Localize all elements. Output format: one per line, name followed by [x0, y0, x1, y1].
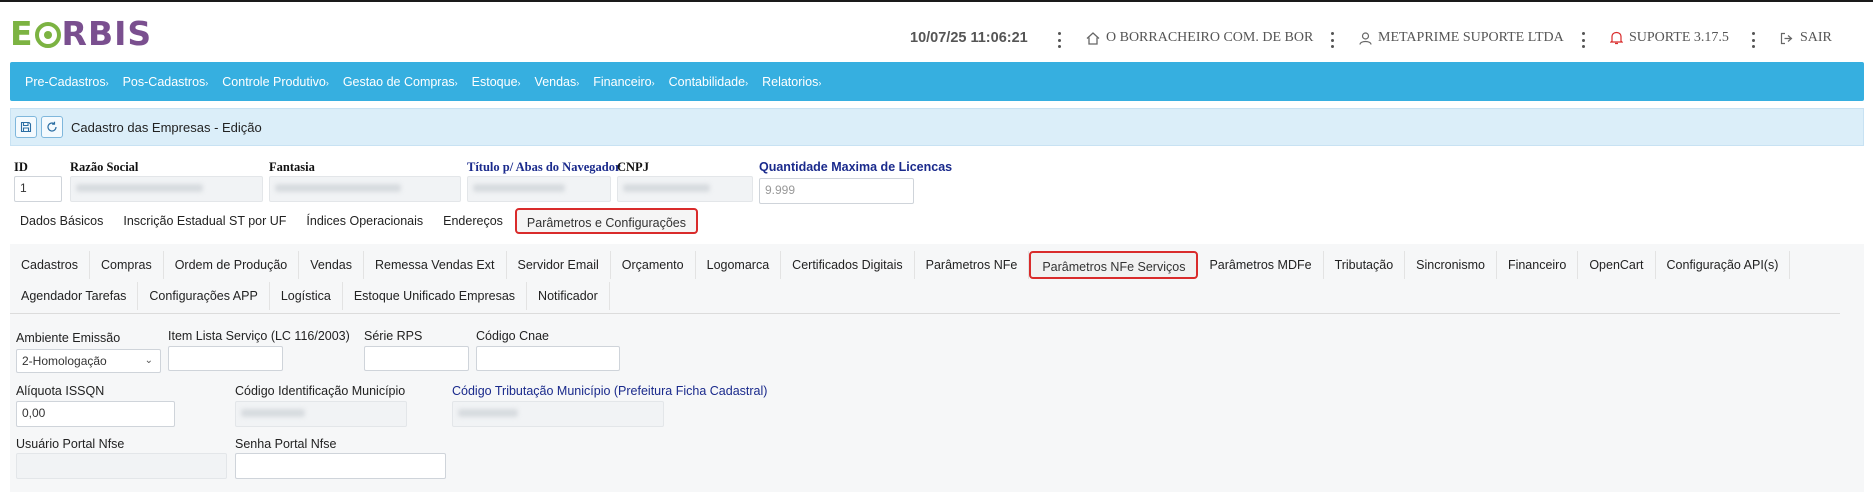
tab-enderecos[interactable]: Endereços: [433, 208, 513, 234]
tab-inscricao-estadual[interactable]: Inscrição Estadual ST por UF: [113, 208, 296, 234]
fantasia-label: Fantasia: [269, 160, 315, 174]
cnpj-label: CNPJ: [617, 160, 649, 174]
subtab-parametros-nfe-servicos[interactable]: Parâmetros NFe Serviços: [1029, 251, 1199, 279]
subtab-financeiro[interactable]: Financeiro: [1497, 251, 1579, 279]
menu-controle-produtivo[interactable]: Controle Produtivo›: [222, 75, 329, 89]
tab-indices-operacionais[interactable]: Índices Operacionais: [296, 208, 433, 234]
kebab-separator-icon: [1331, 32, 1335, 48]
subtab-compras[interactable]: Compras: [90, 251, 164, 279]
codigo-cnae-field[interactable]: [476, 346, 620, 371]
support-link[interactable]: SUPORTE 3.17.5: [1610, 30, 1729, 46]
senha-portal-field[interactable]: [235, 453, 446, 479]
tab-dados-basicos[interactable]: Dados Básicos: [10, 208, 113, 234]
subtab-estoque-unificado[interactable]: Estoque Unificado Empresas: [343, 282, 528, 310]
sub-tab-bar-row2: Agendador Tarefas Configurações APP Logí…: [10, 282, 610, 310]
kebab-separator-icon: [1058, 32, 1062, 48]
item-lista-servico-label: Item Lista Serviço (LC 116/2003): [168, 329, 350, 343]
usuario-portal-label: Usuário Portal Nfse: [16, 437, 125, 451]
razao-social-label: Razão Social: [70, 160, 139, 174]
company-selector[interactable]: O BORRACHEIRO COM. DE BOR: [1086, 30, 1313, 46]
main-menu-bar: Pre-Cadastros› Pos-Cadastros› Controle P…: [10, 62, 1864, 101]
usuario-portal-field[interactable]: [16, 453, 227, 479]
subtab-configuracoes-app[interactable]: Configurações APP: [138, 282, 270, 310]
tab-parametros-configuracoes[interactable]: Parâmetros e Configurações: [514, 208, 699, 234]
subtab-vendas[interactable]: Vendas: [299, 251, 364, 279]
subtab-tributacao[interactable]: Tributação: [1324, 251, 1406, 279]
tab-divider: [10, 313, 1840, 314]
id-field[interactable]: 1: [14, 176, 62, 202]
subtab-remessa-vendas-ext[interactable]: Remessa Vendas Ext: [364, 251, 507, 279]
subtab-configuracao-apis[interactable]: Configuração API(s): [1656, 251, 1791, 279]
item-lista-servico-field[interactable]: [168, 346, 283, 371]
main-tab-bar: Dados Básicos Inscrição Estadual ST por …: [10, 208, 699, 234]
subtab-agendador-tarefas[interactable]: Agendador Tarefas: [10, 282, 139, 310]
id-label: ID: [14, 160, 28, 174]
menu-pre-cadastros[interactable]: Pre-Cadastros›: [25, 75, 109, 89]
subtab-cadastros[interactable]: Cadastros: [10, 251, 90, 279]
logo-o-mark: [34, 22, 61, 48]
licencas-label: Quantidade Maxima de Licencas: [759, 160, 953, 174]
save-icon: [20, 121, 32, 133]
fantasia-field[interactable]: [269, 176, 461, 202]
subtab-sincronismo[interactable]: Sincronismo: [1405, 251, 1497, 279]
subtab-logomarca[interactable]: Logomarca: [696, 251, 782, 279]
licencas-field[interactable]: 9.999: [759, 178, 914, 204]
subtab-certificados-digitais[interactable]: Certificados Digitais: [781, 251, 915, 279]
senha-portal-label: Senha Portal Nfse: [235, 437, 337, 451]
sub-tab-bar-row1: Cadastros Compras Ordem de Produção Vend…: [10, 251, 1791, 279]
kebab-separator-icon: [1582, 32, 1586, 48]
serie-rps-label: Série RPS: [364, 329, 423, 343]
save-button[interactable]: [15, 116, 37, 138]
menu-gestao-compras[interactable]: Gestao de Compras›: [343, 75, 458, 89]
aliquota-issqn-field[interactable]: 0,00: [16, 401, 175, 427]
subtab-ordem-producao[interactable]: Ordem de Produção: [164, 251, 300, 279]
logout-icon: [1780, 32, 1793, 44]
top-header: E RBIS 10/07/25 11:06:21 O BORRACHEIRO CO…: [0, 0, 1873, 62]
refresh-button[interactable]: [41, 116, 63, 138]
user-menu[interactable]: METAPRIME SUPORTE LTDA: [1359, 30, 1564, 46]
menu-vendas[interactable]: Vendas›: [535, 75, 580, 89]
subtab-servidor-email[interactable]: Servidor Email: [507, 251, 611, 279]
aliquota-issqn-label: Alíquota ISSQN: [16, 384, 105, 398]
titulo-abas-label: Título p/ Abas do Navegador: [467, 160, 621, 174]
codigo-cnae-label: Código Cnae: [476, 329, 549, 343]
ambiente-emissao-label: Ambiente Emissão: [16, 331, 121, 345]
refresh-icon: [47, 121, 57, 132]
codigo-tributacao-label: Código Tributação Município (Prefeitura …: [452, 384, 768, 398]
titulo-abas-field[interactable]: [467, 176, 611, 202]
menu-contabilidade[interactable]: Contabilidade›: [669, 75, 748, 89]
razao-social-field[interactable]: [70, 176, 263, 202]
codigo-municipio-field[interactable]: [235, 401, 407, 427]
subtab-parametros-mdfe[interactable]: Parâmetros MDFe: [1198, 251, 1324, 279]
page-title: Cadastro das Empresas - Edição: [71, 119, 262, 135]
home-icon: [1086, 31, 1100, 45]
kebab-separator-icon: [1752, 32, 1756, 48]
subtab-logistica[interactable]: Logística: [270, 282, 343, 310]
subtab-orcamento[interactable]: Orçamento: [611, 251, 696, 279]
subtab-notificador[interactable]: Notificador: [527, 282, 610, 310]
menu-relatorios[interactable]: Relatorios›: [762, 75, 821, 89]
datetime-display: 10/07/25 11:06:21: [910, 30, 1028, 46]
chevron-down-icon: ⌄: [144, 355, 153, 366]
codigo-municipio-label: Código Identificação Município: [235, 384, 406, 398]
form-toolbar: Cadastro das Empresas - Edição: [10, 108, 1864, 146]
subtab-parametros-nfe[interactable]: Parâmetros NFe: [915, 251, 1030, 279]
codigo-tributacao-field[interactable]: [452, 401, 664, 427]
menu-financeiro[interactable]: Financeiro›: [593, 75, 654, 89]
bell-icon: [1610, 31, 1623, 45]
menu-estoque[interactable]: Estoque›: [472, 75, 521, 89]
logout-button[interactable]: SAIR: [1780, 30, 1832, 46]
ambiente-emissao-select[interactable]: 2-Homologação ⌄: [16, 349, 161, 373]
cnpj-field[interactable]: [617, 176, 753, 202]
app-logo: E RBIS: [10, 14, 153, 53]
menu-pos-cadastros[interactable]: Pos-Cadastros›: [123, 75, 209, 89]
subtab-opencart[interactable]: OpenCart: [1578, 251, 1656, 279]
user-icon: [1359, 31, 1372, 45]
serie-rps-field[interactable]: [364, 346, 469, 371]
